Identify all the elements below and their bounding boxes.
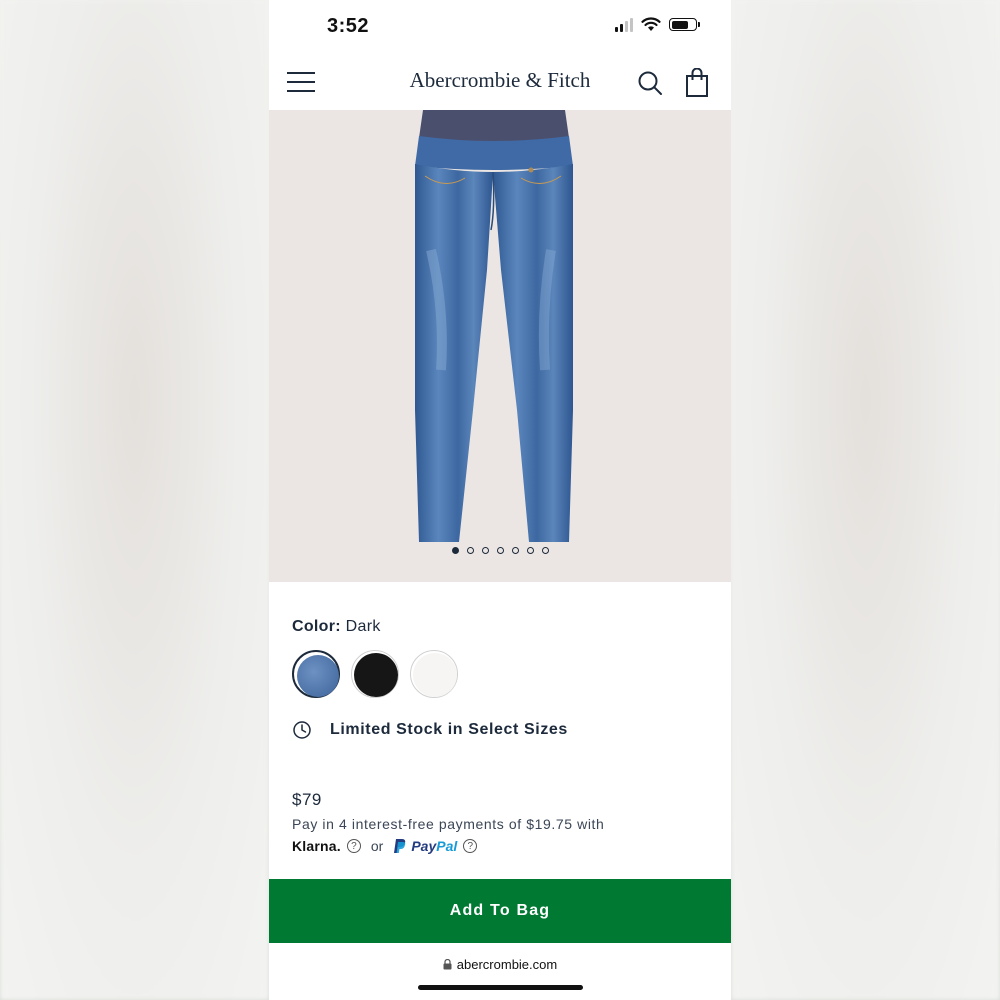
product-image-carousel[interactable] — [269, 110, 731, 582]
shopping-bag-icon[interactable] — [685, 68, 709, 98]
search-icon[interactable] — [637, 70, 663, 96]
site-header: Abercrombie & Fitch — [269, 50, 731, 110]
paypal-text-pal: Pal — [436, 838, 458, 854]
jeans-product-image — [415, 110, 573, 542]
swatch-black[interactable] — [351, 650, 399, 698]
stock-text: Limited Stock in Select Sizes — [330, 721, 568, 738]
status-bar: 3:52 — [269, 0, 731, 50]
klarna-help-icon[interactable]: ? — [346, 839, 361, 853]
status-time: 3:52 — [327, 15, 370, 37]
stock-notice: Limited Stock in Select Sizes — [292, 720, 568, 740]
carousel-dot-1[interactable] — [451, 547, 459, 554]
background-left — [0, 0, 269, 1000]
color-value: Dark — [345, 618, 381, 635]
carousel-dot-7[interactable] — [541, 547, 549, 554]
cellular-signal-icon — [615, 17, 633, 32]
add-to-bag-button[interactable]: Add To Bag — [269, 879, 731, 943]
carousel-dot-3[interactable] — [481, 547, 489, 554]
paypal-text-pay: Pay — [411, 838, 437, 854]
lock-icon — [443, 959, 452, 970]
background-right — [731, 0, 1000, 1000]
paypal-help-icon[interactable]: ? — [463, 839, 478, 853]
color-swatches — [292, 650, 458, 698]
carousel-dots — [269, 547, 731, 554]
installments-text: Pay in 4 interest-free payments of $19.7… — [292, 816, 605, 832]
phone-screen: 3:52 Abercrombie & Fitch Color: Dark Lim… — [269, 0, 731, 1000]
product-price: $79 — [292, 790, 322, 809]
klarna-logo[interactable]: Klarna. — [292, 838, 341, 854]
swatch-white[interactable] — [410, 650, 458, 698]
browser-url-bar: abercrombie.com — [269, 943, 731, 1000]
home-indicator[interactable] — [418, 985, 583, 990]
payment-options: Klarna. ? or PayPal ? — [292, 838, 478, 854]
url-display[interactable]: abercrombie.com — [269, 957, 731, 972]
paypal-icon — [394, 839, 406, 853]
clock-icon — [293, 721, 311, 739]
carousel-dot-2[interactable] — [466, 547, 474, 554]
battery-icon — [669, 18, 700, 31]
color-label-key: Color: — [292, 618, 341, 635]
paypal-logo[interactable]: PayPal — [393, 838, 457, 854]
carousel-dot-5[interactable] — [511, 547, 519, 554]
color-label: Color: Dark — [292, 618, 381, 636]
status-icons — [615, 17, 700, 32]
carousel-dot-4[interactable] — [496, 547, 504, 554]
carousel-dot-6[interactable] — [526, 547, 534, 554]
or-text: or — [370, 838, 384, 854]
swatch-dark[interactable] — [292, 650, 340, 698]
wifi-icon — [641, 17, 661, 31]
url-text: abercrombie.com — [456, 957, 558, 972]
